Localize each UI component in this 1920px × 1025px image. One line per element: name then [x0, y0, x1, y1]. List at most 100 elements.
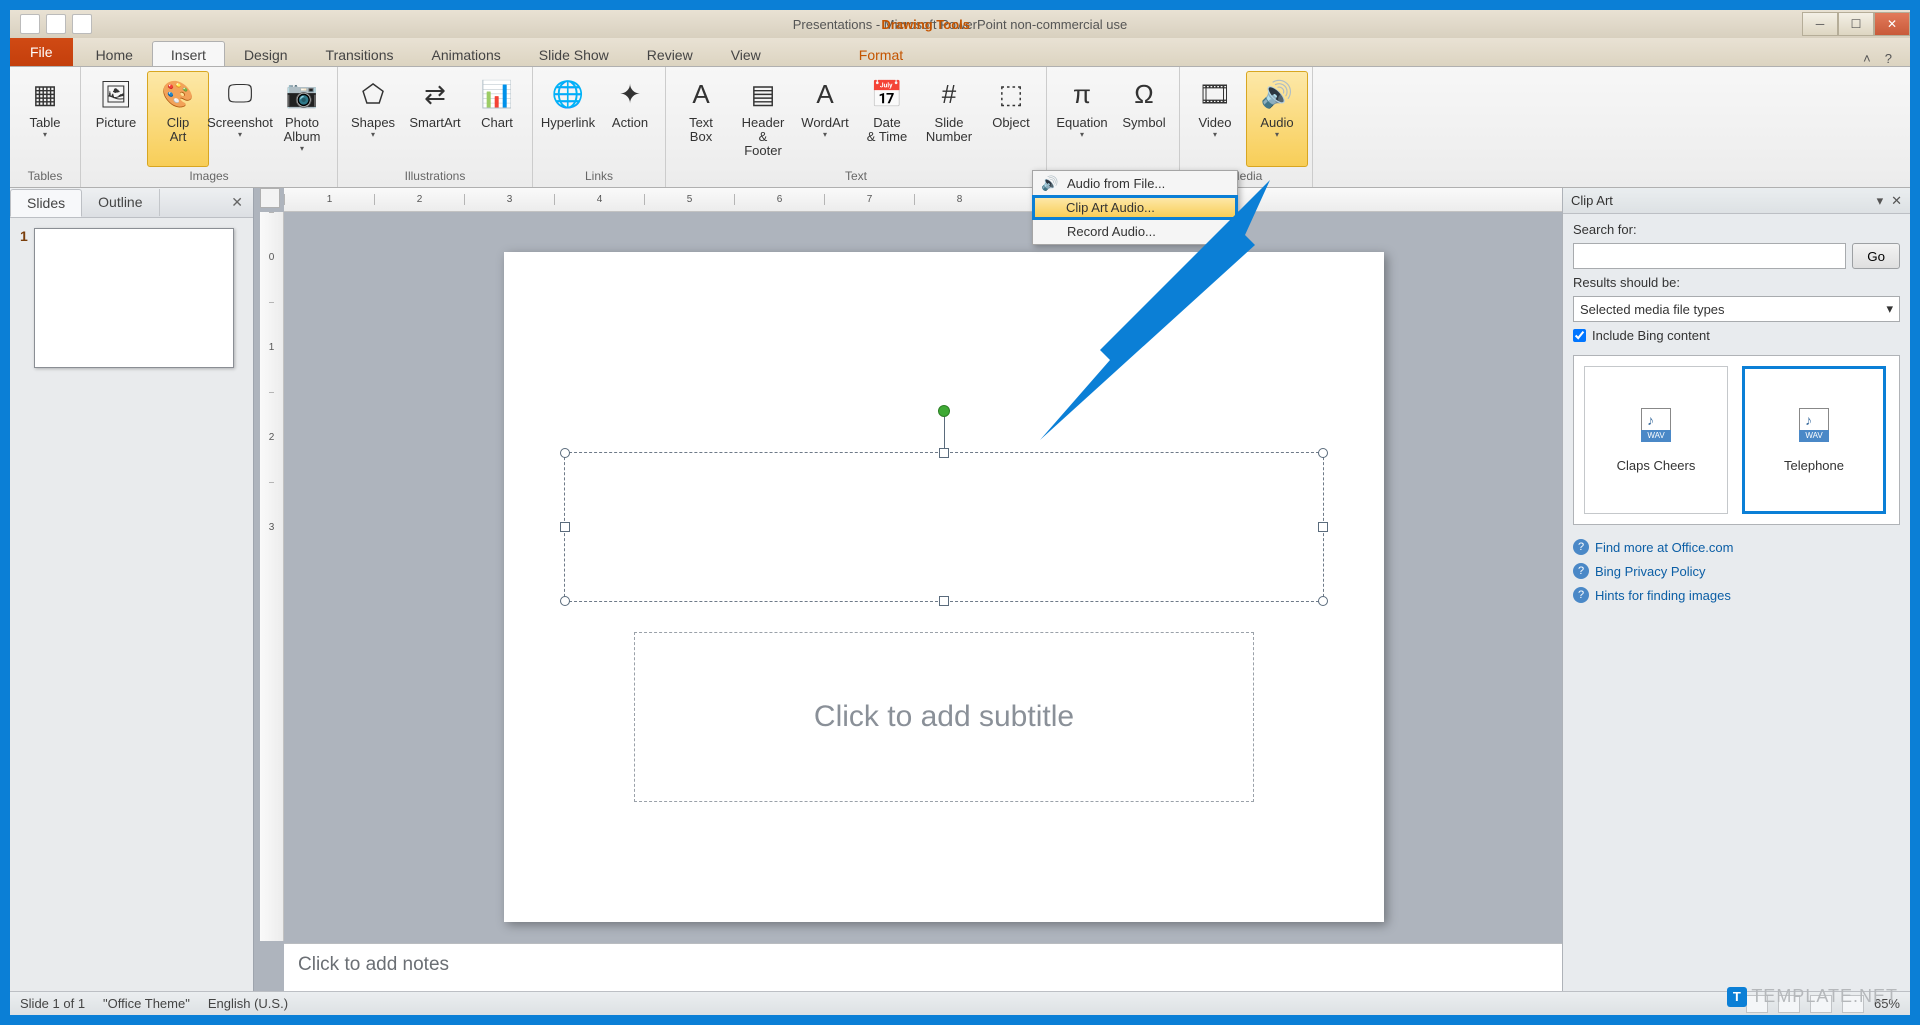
resize-handle-s[interactable]: [939, 596, 949, 606]
maximize-button[interactable]: ☐: [1838, 12, 1874, 36]
resize-handle-w[interactable]: [560, 522, 570, 532]
clip-art-pane-title: Clip Art: [1571, 193, 1613, 208]
clip-art-help-link[interactable]: ?Find more at Office.com: [1573, 539, 1900, 555]
file-tab[interactable]: File: [10, 38, 73, 66]
table-button[interactable]: ▦Table▾: [14, 71, 76, 167]
object-icon: ⬚: [991, 74, 1031, 114]
chart-button[interactable]: 📊Chart: [466, 71, 528, 167]
qat-undo-icon[interactable]: [46, 14, 66, 34]
slide-editor: 12345678 0123: [254, 188, 1562, 991]
title-placeholder-selected[interactable]: [564, 452, 1324, 602]
include-bing-checkbox[interactable]: [1573, 329, 1586, 342]
clip-art-pane-menu-icon[interactable]: ▾: [1877, 193, 1884, 209]
slides-outline-tabs: SlidesOutline ✕: [10, 188, 253, 218]
ribbon-group-symbols: πEquation▾ΩSymbolSymbols: [1047, 67, 1180, 187]
hyperlink-icon: 🌐: [548, 74, 588, 114]
header-footer-label: Header& Footer: [739, 116, 787, 158]
slide-thumb-number: 1: [20, 228, 28, 368]
hyperlink-button[interactable]: 🌐 Hyperlink: [537, 71, 599, 167]
clip-art-help-link[interactable]: ?Bing Privacy Policy: [1573, 563, 1900, 579]
powerpoint-window: Presentations - Microsoft PowerPoint non…: [10, 10, 1910, 1015]
symbol-button[interactable]: ΩSymbol: [1113, 71, 1175, 167]
rotation-handle[interactable]: [938, 405, 950, 417]
resize-handle-nw[interactable]: [560, 448, 570, 458]
help-icon[interactable]: ?: [1885, 51, 1892, 66]
header-footer-button[interactable]: ▤Header& Footer: [732, 71, 794, 167]
object-button[interactable]: ⬚Object: [980, 71, 1042, 167]
clip-art-result-item[interactable]: ♪Claps Cheers: [1584, 366, 1728, 514]
slides-panel-close-icon[interactable]: ✕: [221, 190, 253, 215]
ribbon-group-text: ATextBox▤Header& FooterAWordArt▾📅Date& T…: [666, 67, 1047, 187]
video-dropdown-icon: ▾: [1213, 130, 1217, 139]
tab-view[interactable]: View: [712, 41, 780, 66]
picture-button[interactable]: 🖼Picture: [85, 71, 147, 167]
picture-icon: 🖼: [96, 74, 136, 114]
date-time-button[interactable]: 📅Date& Time: [856, 71, 918, 167]
shapes-dropdown-icon: ▾: [371, 130, 375, 139]
tab-design[interactable]: Design: [225, 41, 307, 66]
screenshot-button[interactable]: 🖵Screenshot▾: [209, 71, 271, 167]
action-button[interactable]: ✦Action: [599, 71, 661, 167]
contextual-tab-label: Drawing Tools: [881, 17, 970, 32]
resize-handle-sw[interactable]: [560, 596, 570, 606]
resize-handle-se[interactable]: [1318, 596, 1328, 606]
left-tab-slides[interactable]: Slides: [10, 189, 82, 217]
vruler-tick: 0: [269, 212, 275, 302]
tab-insert[interactable]: Insert: [152, 41, 225, 67]
qat-redo-icon[interactable]: [72, 14, 92, 34]
notes-pane[interactable]: Click to add notes: [284, 943, 1562, 991]
tab-home[interactable]: Home: [77, 41, 152, 66]
tab-transitions[interactable]: Transitions: [307, 41, 413, 66]
tab-slide-show[interactable]: Slide Show: [520, 41, 628, 66]
audio-button[interactable]: 🔊Audio▾: [1246, 71, 1308, 167]
slide-number-button[interactable]: #SlideNumber: [918, 71, 980, 167]
equation-icon: π: [1062, 74, 1102, 114]
ruler-corner: [260, 188, 280, 208]
wordart-button[interactable]: AWordArt▾: [794, 71, 856, 167]
audio-menu-item-label: Clip Art Audio...: [1066, 200, 1155, 215]
work-area: SlidesOutline ✕ 1 12345678 0123: [10, 188, 1910, 991]
audio-menu-item-0[interactable]: 🔊Audio from File...: [1033, 171, 1237, 196]
resize-handle-e[interactable]: [1318, 522, 1328, 532]
clip-art-go-button[interactable]: Go: [1852, 243, 1900, 269]
text-box-icon: A: [681, 74, 721, 114]
shapes-icon: ⬠: [353, 74, 393, 114]
clip-art-search-input[interactable]: [1573, 243, 1846, 269]
horizontal-ruler: 12345678: [284, 188, 1562, 212]
shapes-button[interactable]: ⬠Shapes▾: [342, 71, 404, 167]
chevron-down-icon: ▾: [1886, 301, 1893, 317]
audio-menu-item-label: Audio from File...: [1067, 176, 1165, 191]
smartart-button[interactable]: ⇄SmartArt: [404, 71, 466, 167]
resize-handle-ne[interactable]: [1318, 448, 1328, 458]
close-button[interactable]: ✕: [1874, 12, 1910, 36]
clip-art-result-item[interactable]: ♪Telephone: [1742, 366, 1886, 514]
slides-panel: SlidesOutline ✕ 1: [10, 188, 254, 991]
video-button[interactable]: 🎞Video▾: [1184, 71, 1246, 167]
subtitle-placeholder[interactable]: Click to add subtitle: [634, 632, 1254, 802]
clip-art-item-label: Claps Cheers: [1617, 458, 1696, 473]
qat-save-icon[interactable]: [20, 14, 40, 34]
hruler-tick: 1: [284, 194, 374, 205]
clip-art-item-label: Telephone: [1784, 458, 1844, 473]
minimize-button[interactable]: ─: [1802, 12, 1838, 36]
slide-canvas[interactable]: Click to add subtitle: [504, 252, 1384, 922]
tab-format[interactable]: Format: [840, 41, 922, 66]
audio-menu-item-2[interactable]: Record Audio...: [1033, 219, 1237, 244]
photo-album-button[interactable]: 📷PhotoAlbum▾: [271, 71, 333, 167]
text-box-button[interactable]: ATextBox: [670, 71, 732, 167]
hruler-tick: 8: [914, 194, 1004, 205]
clip-art-help-link[interactable]: ?Hints for finding images: [1573, 587, 1900, 603]
resize-handle-n[interactable]: [939, 448, 949, 458]
tab-review[interactable]: Review: [628, 41, 712, 66]
slide-thumbnail[interactable]: [34, 228, 234, 368]
clip-art-button[interactable]: 🎨ClipArt: [147, 71, 209, 167]
text-box-label: TextBox: [689, 116, 713, 144]
equation-button[interactable]: πEquation▾: [1051, 71, 1113, 167]
left-tab-outline[interactable]: Outline: [82, 189, 159, 216]
results-type-select[interactable]: Selected media file types ▾: [1573, 296, 1900, 322]
tab-animations[interactable]: Animations: [412, 41, 519, 66]
ribbon-minimize-icon[interactable]: ˄: [1863, 51, 1871, 66]
clip-art-pane-close-icon[interactable]: ✕: [1891, 193, 1902, 209]
hyperlink-label: Hyperlink: [541, 116, 595, 130]
audio-menu-item-1[interactable]: Clip Art Audio...: [1032, 195, 1238, 220]
